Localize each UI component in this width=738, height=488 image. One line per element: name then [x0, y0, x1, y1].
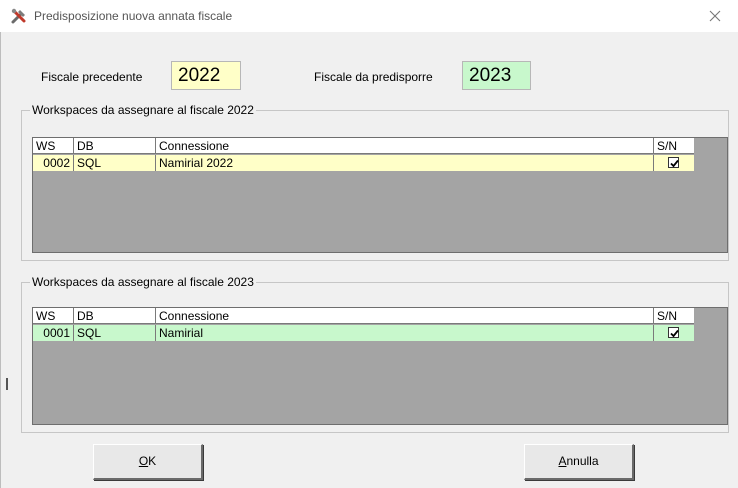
- ok-label-rest: K: [148, 454, 157, 468]
- window-left-border: [0, 0, 1, 488]
- sn-checkbox[interactable]: [668, 157, 679, 168]
- ok-mnemonic: O: [138, 454, 149, 468]
- prev-year-field[interactable]: 2022: [171, 61, 241, 90]
- workspaces-group-next: Workspaces da assegnare al fiscale 2023 …: [21, 275, 729, 433]
- group-title-prev: Workspaces da assegnare al fiscale 2022: [30, 103, 256, 117]
- cell-connessione[interactable]: Namirial 2022: [156, 155, 654, 171]
- table-row[interactable]: 0002 SQL Namirial 2022: [33, 155, 694, 171]
- cancel-button[interactable]: Annulla: [524, 444, 634, 480]
- workspaces-group-prev: Workspaces da assegnare al fiscale 2022 …: [21, 103, 729, 261]
- cell-db[interactable]: SQL: [74, 155, 156, 171]
- prev-year-label: Fiscale precedente: [41, 70, 143, 84]
- close-icon: [709, 10, 721, 22]
- window-title: Predisposizione nuova annata fiscale: [34, 9, 233, 23]
- close-button[interactable]: [692, 0, 738, 32]
- cell-ws[interactable]: 0001: [33, 325, 74, 341]
- sn-checkbox[interactable]: [668, 327, 679, 338]
- workspaces-grid-next[interactable]: WS DB Connessione S/N 0001 SQL Namirial: [32, 307, 728, 425]
- col-header-sn[interactable]: S/N: [654, 308, 694, 324]
- grid-header: WS DB Connessione S/N: [33, 308, 694, 324]
- table-row[interactable]: 0001 SQL Namirial: [33, 325, 694, 341]
- col-header-connessione[interactable]: Connessione: [156, 308, 654, 324]
- ok-button[interactable]: OK: [93, 444, 203, 480]
- grid-header: WS DB Connessione S/N: [33, 138, 694, 154]
- col-header-connessione[interactable]: Connessione: [156, 138, 654, 154]
- checkmark-icon: [670, 329, 679, 338]
- next-year-label: Fiscale da predisporre: [314, 70, 433, 84]
- next-year-field[interactable]: 2023: [462, 61, 531, 90]
- col-header-db[interactable]: DB: [74, 138, 156, 154]
- col-header-sn[interactable]: S/N: [654, 138, 694, 154]
- edge-artifact: [6, 378, 8, 390]
- checkmark-icon: [670, 159, 679, 168]
- cell-ws[interactable]: 0002: [33, 155, 74, 171]
- col-header-ws[interactable]: WS: [33, 138, 74, 154]
- group-title-next: Workspaces da assegnare al fiscale 2023: [30, 275, 256, 289]
- cell-connessione[interactable]: Namirial: [156, 325, 654, 341]
- col-header-ws[interactable]: WS: [33, 308, 74, 324]
- col-header-db[interactable]: DB: [74, 308, 156, 324]
- title-bar[interactable]: Predisposizione nuova annata fiscale: [0, 0, 738, 32]
- tools-icon: [10, 7, 28, 25]
- workspaces-grid-prev[interactable]: WS DB Connessione S/N 0002 SQL Namirial …: [32, 137, 728, 253]
- cancel-label-rest: nnulla: [566, 454, 599, 468]
- cell-sn: [654, 155, 694, 171]
- cell-db[interactable]: SQL: [74, 325, 156, 341]
- cell-sn: [654, 325, 694, 341]
